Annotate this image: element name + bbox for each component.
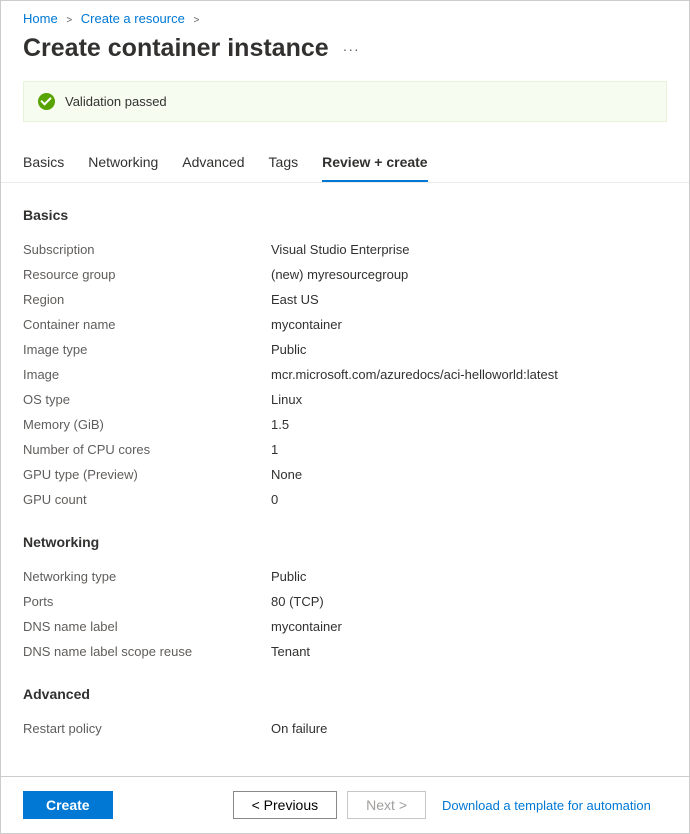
- review-content: Basics SubscriptionVisual Studio Enterpr…: [1, 183, 689, 747]
- page-title: Create container instance: [23, 34, 329, 63]
- breadcrumb-create-resource[interactable]: Create a resource: [81, 11, 185, 26]
- tab-review-create[interactable]: Review + create: [322, 154, 427, 182]
- breadcrumb: Home > Create a resource >: [1, 1, 689, 30]
- kv-val: mycontainer: [271, 619, 342, 634]
- chevron-right-icon: >: [66, 15, 72, 26]
- kv-row: Number of CPU cores1: [23, 437, 667, 462]
- kv-val: Visual Studio Enterprise: [271, 242, 410, 257]
- kv-key: Ports: [23, 594, 271, 609]
- kv-val: mycontainer: [271, 317, 342, 332]
- check-circle-icon: [38, 93, 55, 110]
- tab-advanced[interactable]: Advanced: [182, 154, 244, 182]
- kv-key: Region: [23, 292, 271, 307]
- kv-row: Ports80 (TCP): [23, 589, 667, 614]
- kv-val: 80 (TCP): [271, 594, 324, 609]
- section-title-networking: Networking: [23, 534, 667, 550]
- kv-key: Number of CPU cores: [23, 442, 271, 457]
- previous-button[interactable]: < Previous: [233, 791, 338, 819]
- kv-val: East US: [271, 292, 319, 307]
- kv-key: Image: [23, 367, 271, 382]
- kv-key: OS type: [23, 392, 271, 407]
- kv-val: (new) myresourcegroup: [271, 267, 408, 282]
- kv-row: Resource group(new) myresourcegroup: [23, 262, 667, 287]
- kv-val: On failure: [271, 721, 327, 736]
- kv-row: DNS name label scope reuseTenant: [23, 639, 667, 664]
- kv-key: Image type: [23, 342, 271, 357]
- kv-key: DNS name label scope reuse: [23, 644, 271, 659]
- kv-val: Public: [271, 569, 306, 584]
- kv-row: Restart policyOn failure: [23, 716, 667, 741]
- kv-key: Resource group: [23, 267, 271, 282]
- chevron-right-icon: >: [193, 15, 199, 26]
- kv-val: Public: [271, 342, 306, 357]
- kv-row: Imagemcr.microsoft.com/azuredocs/aci-hel…: [23, 362, 667, 387]
- kv-key: Container name: [23, 317, 271, 332]
- footer: Create < Previous Next > Download a temp…: [1, 776, 689, 833]
- validation-banner: Validation passed: [23, 81, 667, 122]
- kv-row: GPU count0: [23, 487, 667, 512]
- tab-networking[interactable]: Networking: [88, 154, 158, 182]
- kv-row: Container namemycontainer: [23, 312, 667, 337]
- kv-val: None: [271, 467, 302, 482]
- next-button: Next >: [347, 791, 426, 819]
- tab-basics[interactable]: Basics: [23, 154, 64, 182]
- kv-row: OS typeLinux: [23, 387, 667, 412]
- section-title-advanced: Advanced: [23, 686, 667, 702]
- kv-key: Restart policy: [23, 721, 271, 736]
- kv-val: mcr.microsoft.com/azuredocs/aci-hellowor…: [271, 367, 558, 382]
- breadcrumb-home[interactable]: Home: [23, 11, 58, 26]
- kv-key: GPU type (Preview): [23, 467, 271, 482]
- kv-key: DNS name label: [23, 619, 271, 634]
- kv-val: 1.5: [271, 417, 289, 432]
- kv-key: Subscription: [23, 242, 271, 257]
- kv-key: Networking type: [23, 569, 271, 584]
- page-header: Create container instance ···: [1, 30, 689, 75]
- kv-row: RegionEast US: [23, 287, 667, 312]
- section-title-basics: Basics: [23, 207, 667, 223]
- kv-row: Image typePublic: [23, 337, 667, 362]
- tabs: Basics Networking Advanced Tags Review +…: [1, 134, 689, 183]
- kv-row: DNS name labelmycontainer: [23, 614, 667, 639]
- kv-val: Tenant: [271, 644, 310, 659]
- kv-val: 0: [271, 492, 278, 507]
- kv-row: SubscriptionVisual Studio Enterprise: [23, 237, 667, 262]
- kv-row: GPU type (Preview)None: [23, 462, 667, 487]
- kv-row: Networking typePublic: [23, 564, 667, 589]
- kv-row: Memory (GiB)1.5: [23, 412, 667, 437]
- download-template-link[interactable]: Download a template for automation: [442, 798, 651, 813]
- kv-key: GPU count: [23, 492, 271, 507]
- kv-key: Memory (GiB): [23, 417, 271, 432]
- more-actions-icon[interactable]: ···: [343, 41, 360, 57]
- tab-tags[interactable]: Tags: [269, 154, 299, 182]
- create-button[interactable]: Create: [23, 791, 113, 819]
- kv-val: Linux: [271, 392, 302, 407]
- kv-val: 1: [271, 442, 278, 457]
- validation-message: Validation passed: [65, 94, 167, 109]
